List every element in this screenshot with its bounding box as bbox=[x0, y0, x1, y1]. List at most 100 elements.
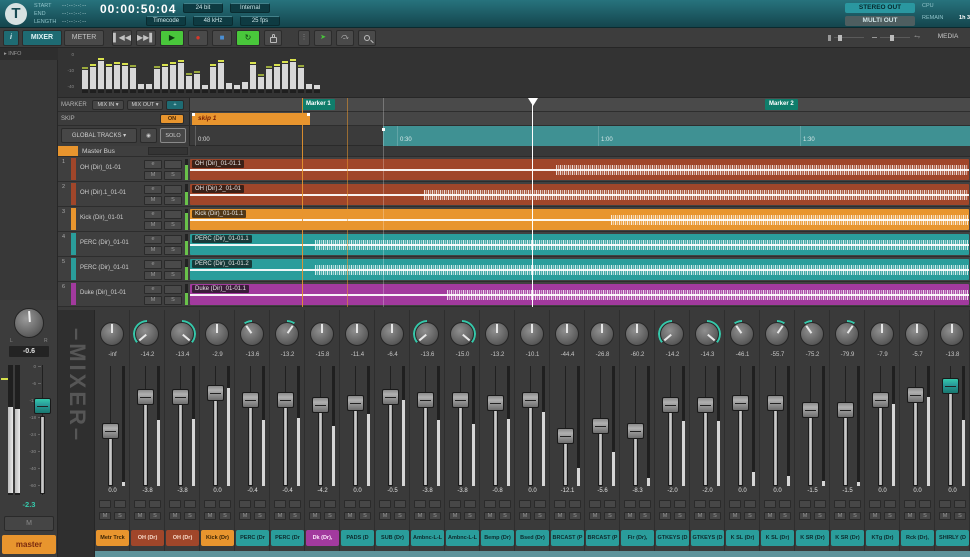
channel-button-a[interactable] bbox=[239, 500, 251, 508]
channel-mute-button[interactable]: M bbox=[449, 512, 461, 520]
fader-cap[interactable] bbox=[767, 395, 784, 411]
pan-knob[interactable] bbox=[345, 322, 369, 346]
channel-solo-button[interactable]: S bbox=[149, 512, 161, 520]
channel-solo-button[interactable]: S bbox=[394, 512, 406, 520]
fader-cap[interactable] bbox=[137, 389, 154, 405]
channel-name-chip[interactable]: Fir (Dr), bbox=[621, 530, 654, 546]
track-input-button[interactable] bbox=[164, 285, 182, 294]
channel-name-chip[interactable]: SHIRLY (D bbox=[936, 530, 969, 546]
channel-mute-button[interactable]: M bbox=[554, 512, 566, 520]
track-mute-button[interactable]: M bbox=[144, 221, 162, 230]
channel-solo-button[interactable]: S bbox=[919, 512, 931, 520]
track-header[interactable]: 1OH (Dir)_01-01eMS bbox=[58, 157, 190, 182]
pan-knob[interactable] bbox=[800, 322, 824, 346]
skip-on-button[interactable]: ON bbox=[160, 114, 184, 124]
channel-button-b[interactable] bbox=[954, 500, 966, 508]
channel-button-b[interactable] bbox=[814, 500, 826, 508]
visibility-eye-icon[interactable]: ◉ bbox=[140, 128, 157, 143]
channel-button-a[interactable] bbox=[554, 500, 566, 508]
track-header[interactable]: 5PERC (Dir)_01-01eMS bbox=[58, 257, 190, 282]
channel-button-a[interactable] bbox=[414, 500, 426, 508]
fader-cap[interactable] bbox=[487, 395, 504, 411]
playhead-handle[interactable] bbox=[528, 98, 538, 106]
pan-knob[interactable] bbox=[835, 322, 859, 346]
track-solo-button[interactable]: S bbox=[164, 296, 182, 305]
go-to-end-button[interactable]: ▶▶▌ bbox=[136, 30, 156, 46]
channel-button-b[interactable] bbox=[674, 500, 686, 508]
channel-mute-button[interactable]: M bbox=[834, 512, 846, 520]
timeline[interactable]: Marker 1Marker 2 skip 1 0:000:301:001:30… bbox=[190, 98, 970, 307]
channel-button-b[interactable] bbox=[184, 500, 196, 508]
channel-button-a[interactable] bbox=[799, 500, 811, 508]
channel-name-chip[interactable]: K SR (Dr) bbox=[831, 530, 864, 546]
channel-mute-button[interactable]: M bbox=[134, 512, 146, 520]
channel-mute-button[interactable]: M bbox=[904, 512, 916, 520]
track-mute-button[interactable]: M bbox=[144, 196, 162, 205]
pan-knob[interactable] bbox=[905, 322, 929, 346]
channel-button-b[interactable] bbox=[289, 500, 301, 508]
channel-name-chip[interactable]: SUB (Dr) bbox=[376, 530, 409, 546]
track-edit-button[interactable]: e bbox=[144, 285, 162, 294]
channel-button-a[interactable] bbox=[274, 500, 286, 508]
channel-name-chip[interactable]: BRCAST (P bbox=[586, 530, 619, 546]
channel-button-b[interactable] bbox=[569, 500, 581, 508]
channel-button-b[interactable] bbox=[359, 500, 371, 508]
channel-solo-button[interactable]: S bbox=[709, 512, 721, 520]
channel-name-chip[interactable]: Kick (Dr) bbox=[201, 530, 234, 546]
fader-cap[interactable] bbox=[312, 397, 329, 413]
channel-mute-button[interactable]: M bbox=[344, 512, 356, 520]
pan-knob[interactable] bbox=[415, 322, 439, 346]
pan-knob[interactable] bbox=[135, 322, 159, 346]
global-solo-button[interactable]: SOLO bbox=[160, 128, 186, 143]
track-mute-button[interactable]: M bbox=[144, 296, 162, 305]
channel-mute-button[interactable]: M bbox=[484, 512, 496, 520]
pan-knob[interactable] bbox=[450, 322, 474, 346]
format-chip[interactable]: 25 fps bbox=[240, 16, 280, 26]
channel-solo-button[interactable]: S bbox=[569, 512, 581, 520]
channel-name-chip[interactable]: Ambnc-L-L bbox=[446, 530, 479, 546]
channel-solo-button[interactable]: S bbox=[289, 512, 301, 520]
channel-name-chip[interactable]: Metr Trck bbox=[96, 530, 129, 546]
channel-solo-button[interactable]: S bbox=[464, 512, 476, 520]
audio-clip[interactable]: PERC (Dir)_01-01.1 bbox=[190, 234, 969, 255]
track-edit-button[interactable]: e bbox=[144, 185, 162, 194]
loop-region[interactable] bbox=[383, 126, 970, 146]
track-input-button[interactable] bbox=[164, 210, 182, 219]
channel-name-chip[interactable]: Dk (Dr), bbox=[306, 530, 339, 546]
channel-button-a[interactable] bbox=[834, 500, 846, 508]
fader-cap[interactable] bbox=[417, 392, 434, 408]
track-header[interactable]: 4PERC (Dir)_01-01eMS bbox=[58, 232, 190, 257]
channel-name-chip[interactable]: PERC (Dr bbox=[271, 530, 304, 546]
fader-cap[interactable] bbox=[732, 395, 749, 411]
pan-knob[interactable] bbox=[940, 322, 964, 346]
channel-mute-button[interactable]: M bbox=[519, 512, 531, 520]
meter-tab[interactable]: METER bbox=[64, 30, 104, 46]
stop-button[interactable]: ■ bbox=[212, 30, 232, 46]
channel-name-chip[interactable]: K SL (Dr) bbox=[761, 530, 794, 546]
channel-mute-button[interactable]: M bbox=[729, 512, 741, 520]
channel-solo-button[interactable]: S bbox=[359, 512, 371, 520]
format-chip[interactable]: Internal bbox=[230, 3, 270, 13]
master-fader-cap[interactable] bbox=[34, 398, 51, 414]
channel-solo-button[interactable]: S bbox=[324, 512, 336, 520]
channel-button-b[interactable] bbox=[884, 500, 896, 508]
channel-name-chip[interactable]: K SL (Dr) bbox=[726, 530, 759, 546]
marker-lane[interactable]: Marker 1Marker 2 bbox=[190, 98, 970, 112]
format-chip[interactable]: Timecode bbox=[146, 16, 186, 26]
channel-mute-button[interactable]: M bbox=[799, 512, 811, 520]
channel-mute-button[interactable]: M bbox=[764, 512, 776, 520]
track-solo-button[interactable]: S bbox=[164, 171, 182, 180]
channel-solo-button[interactable]: S bbox=[534, 512, 546, 520]
channel-button-b[interactable] bbox=[919, 500, 931, 508]
track-header[interactable]: 3Kick (Dir)_01-01eMS bbox=[58, 207, 190, 232]
audio-clip[interactable]: PERC (Dir)_01-01.2 bbox=[190, 259, 969, 280]
fit-view-icon[interactable]: ⥊ bbox=[914, 32, 920, 42]
channel-button-a[interactable] bbox=[99, 500, 111, 508]
channel-button-b[interactable] bbox=[429, 500, 441, 508]
channel-button-a[interactable] bbox=[764, 500, 776, 508]
track-input-button[interactable] bbox=[164, 185, 182, 194]
info-panel-header[interactable]: ▸ INFO bbox=[0, 48, 58, 60]
channel-mute-button[interactable]: M bbox=[99, 512, 111, 520]
pan-knob[interactable] bbox=[100, 322, 124, 346]
track-input-button[interactable] bbox=[164, 260, 182, 269]
